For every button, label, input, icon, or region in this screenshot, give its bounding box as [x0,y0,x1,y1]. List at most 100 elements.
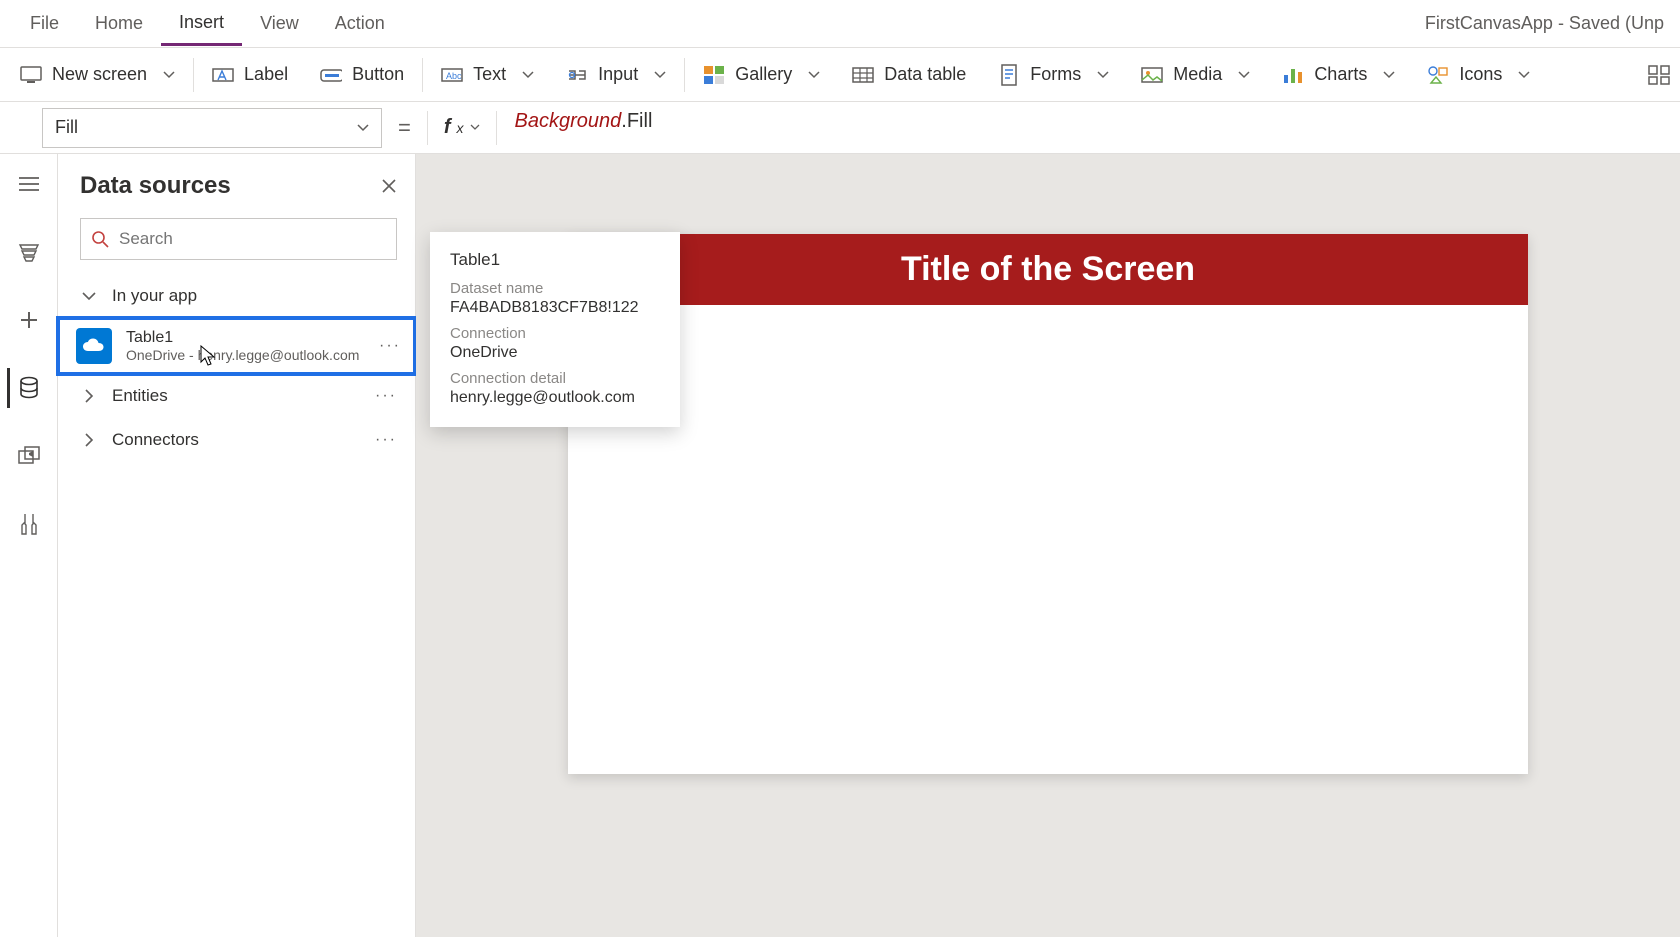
ribbon-input[interactable]: Input [552,56,680,94]
charts-icon [1282,64,1304,86]
chevron-down-icon [163,71,175,79]
section-label: Connectors [112,430,199,450]
chevron-down-icon [808,71,820,79]
chevron-down-icon [470,124,480,131]
icons-icon [1427,64,1449,86]
close-icon[interactable] [381,178,397,194]
label-icon [212,64,234,86]
formula-object: Background [515,110,622,132]
layout-icon [1648,64,1670,86]
more-icon[interactable]: ··· [379,337,401,355]
formula-member: .Fill [621,110,652,132]
rail-hamburger[interactable] [9,164,49,204]
fx-button[interactable]: fx [438,116,486,139]
menu-bar: File Home Insert View Action FirstCanvas… [0,0,1680,48]
flyout-connection-value: OneDrive [450,344,660,362]
ribbon-icons-label: Icons [1459,64,1502,85]
ribbon-charts-label: Charts [1314,64,1367,85]
chevron-down-icon [357,124,369,132]
menu-home[interactable]: Home [77,3,161,44]
input-icon [566,64,588,86]
more-icon[interactable]: ··· [375,387,397,405]
panel-title: Data sources [80,172,231,200]
ribbon-text-label: Text [473,64,506,85]
data-sources-panel: Data sources In your app Table1 OneDrive… [58,154,416,937]
section-connectors[interactable]: Connectors ··· [58,418,415,462]
flyout-detail-label: Connection detail [450,370,660,387]
menu-view[interactable]: View [242,3,317,44]
forms-icon [998,64,1020,86]
rail-media[interactable] [9,436,49,476]
table-icon [852,64,874,86]
onedrive-icon [76,328,112,364]
chevron-down-icon [80,291,98,301]
chevron-down-icon [1238,71,1250,79]
flyout-dataset-value: FA4BADB8183CF7B8!122 [450,299,660,317]
button-icon [320,64,342,86]
menu-action[interactable]: Action [317,3,403,44]
ribbon: New screen Label Button Abc Text Input [0,48,1680,102]
flyout-connection-label: Connection [450,325,660,342]
ribbon-new-screen-label: New screen [52,64,147,85]
data-source-subtitle: OneDrive - henry.legge@outlook.com [126,347,359,363]
chevron-right-icon [80,389,98,403]
formula-bar: Fill = fx Background.Fill [0,102,1680,154]
more-icon[interactable]: ··· [375,431,397,449]
ribbon-gallery[interactable]: Gallery [689,56,834,94]
app-canvas[interactable]: Title of the Screen [568,234,1528,774]
section-entities[interactable]: Entities ··· [58,374,415,418]
menu-insert[interactable]: Insert [161,2,242,46]
section-label: Entities [112,386,168,406]
ribbon-icons[interactable]: Icons [1413,56,1544,94]
rail-advanced-tools[interactable] [9,504,49,544]
ribbon-data-table[interactable]: Data table [838,56,980,94]
ribbon-media-label: Media [1173,64,1222,85]
screen-icon [20,64,42,86]
ribbon-layout-button[interactable] [1634,56,1674,94]
ribbon-forms[interactable]: Forms [984,56,1123,94]
chevron-down-icon [522,71,534,79]
media-icon [1141,64,1163,86]
property-selector[interactable]: Fill [42,108,382,148]
left-rail [0,154,58,937]
ribbon-gallery-label: Gallery [735,64,792,85]
equals-sign: = [392,115,417,141]
chevron-down-icon [654,71,666,79]
flyout-dataset-label: Dataset name [450,280,660,297]
menu-file[interactable]: File [12,3,77,44]
main-area: Data sources In your app Table1 OneDrive… [0,154,1680,937]
ribbon-text[interactable]: Abc Text [427,56,548,94]
screen-title-bar[interactable]: Title of the Screen [568,234,1528,305]
chevron-down-icon [1518,71,1530,79]
rail-tree-view[interactable] [9,232,49,272]
ribbon-label[interactable]: Label [198,56,302,94]
ribbon-forms-label: Forms [1030,64,1081,85]
section-in-your-app[interactable]: In your app [58,274,415,318]
separator [496,111,497,145]
chevron-down-icon [1097,71,1109,79]
ribbon-charts[interactable]: Charts [1268,56,1409,94]
ribbon-data-table-label: Data table [884,64,966,85]
data-source-details-flyout: Table1 Dataset name FA4BADB8183CF7B8!122… [430,232,680,427]
chevron-down-icon [1383,71,1395,79]
chevron-right-icon [80,433,98,447]
search-input[interactable] [119,229,386,249]
flyout-title: Table1 [450,250,660,270]
property-selector-value: Fill [55,117,78,138]
separator [427,111,428,145]
data-source-name: Table1 [126,329,359,347]
svg-text:Abc: Abc [446,71,462,81]
text-icon: Abc [441,64,463,86]
formula-input[interactable]: Background.Fill [507,108,1672,148]
data-source-item-table1[interactable]: Table1 OneDrive - henry.legge@outlook.co… [58,318,415,374]
ribbon-media[interactable]: Media [1127,56,1264,94]
rail-data[interactable] [7,368,47,408]
section-label: In your app [112,286,197,306]
rail-insert[interactable] [9,300,49,340]
separator [422,58,423,92]
search-box[interactable] [80,218,397,260]
ribbon-new-screen[interactable]: New screen [6,56,189,94]
gallery-icon [703,64,725,86]
ribbon-button[interactable]: Button [306,56,418,94]
ribbon-label-label: Label [244,64,288,85]
